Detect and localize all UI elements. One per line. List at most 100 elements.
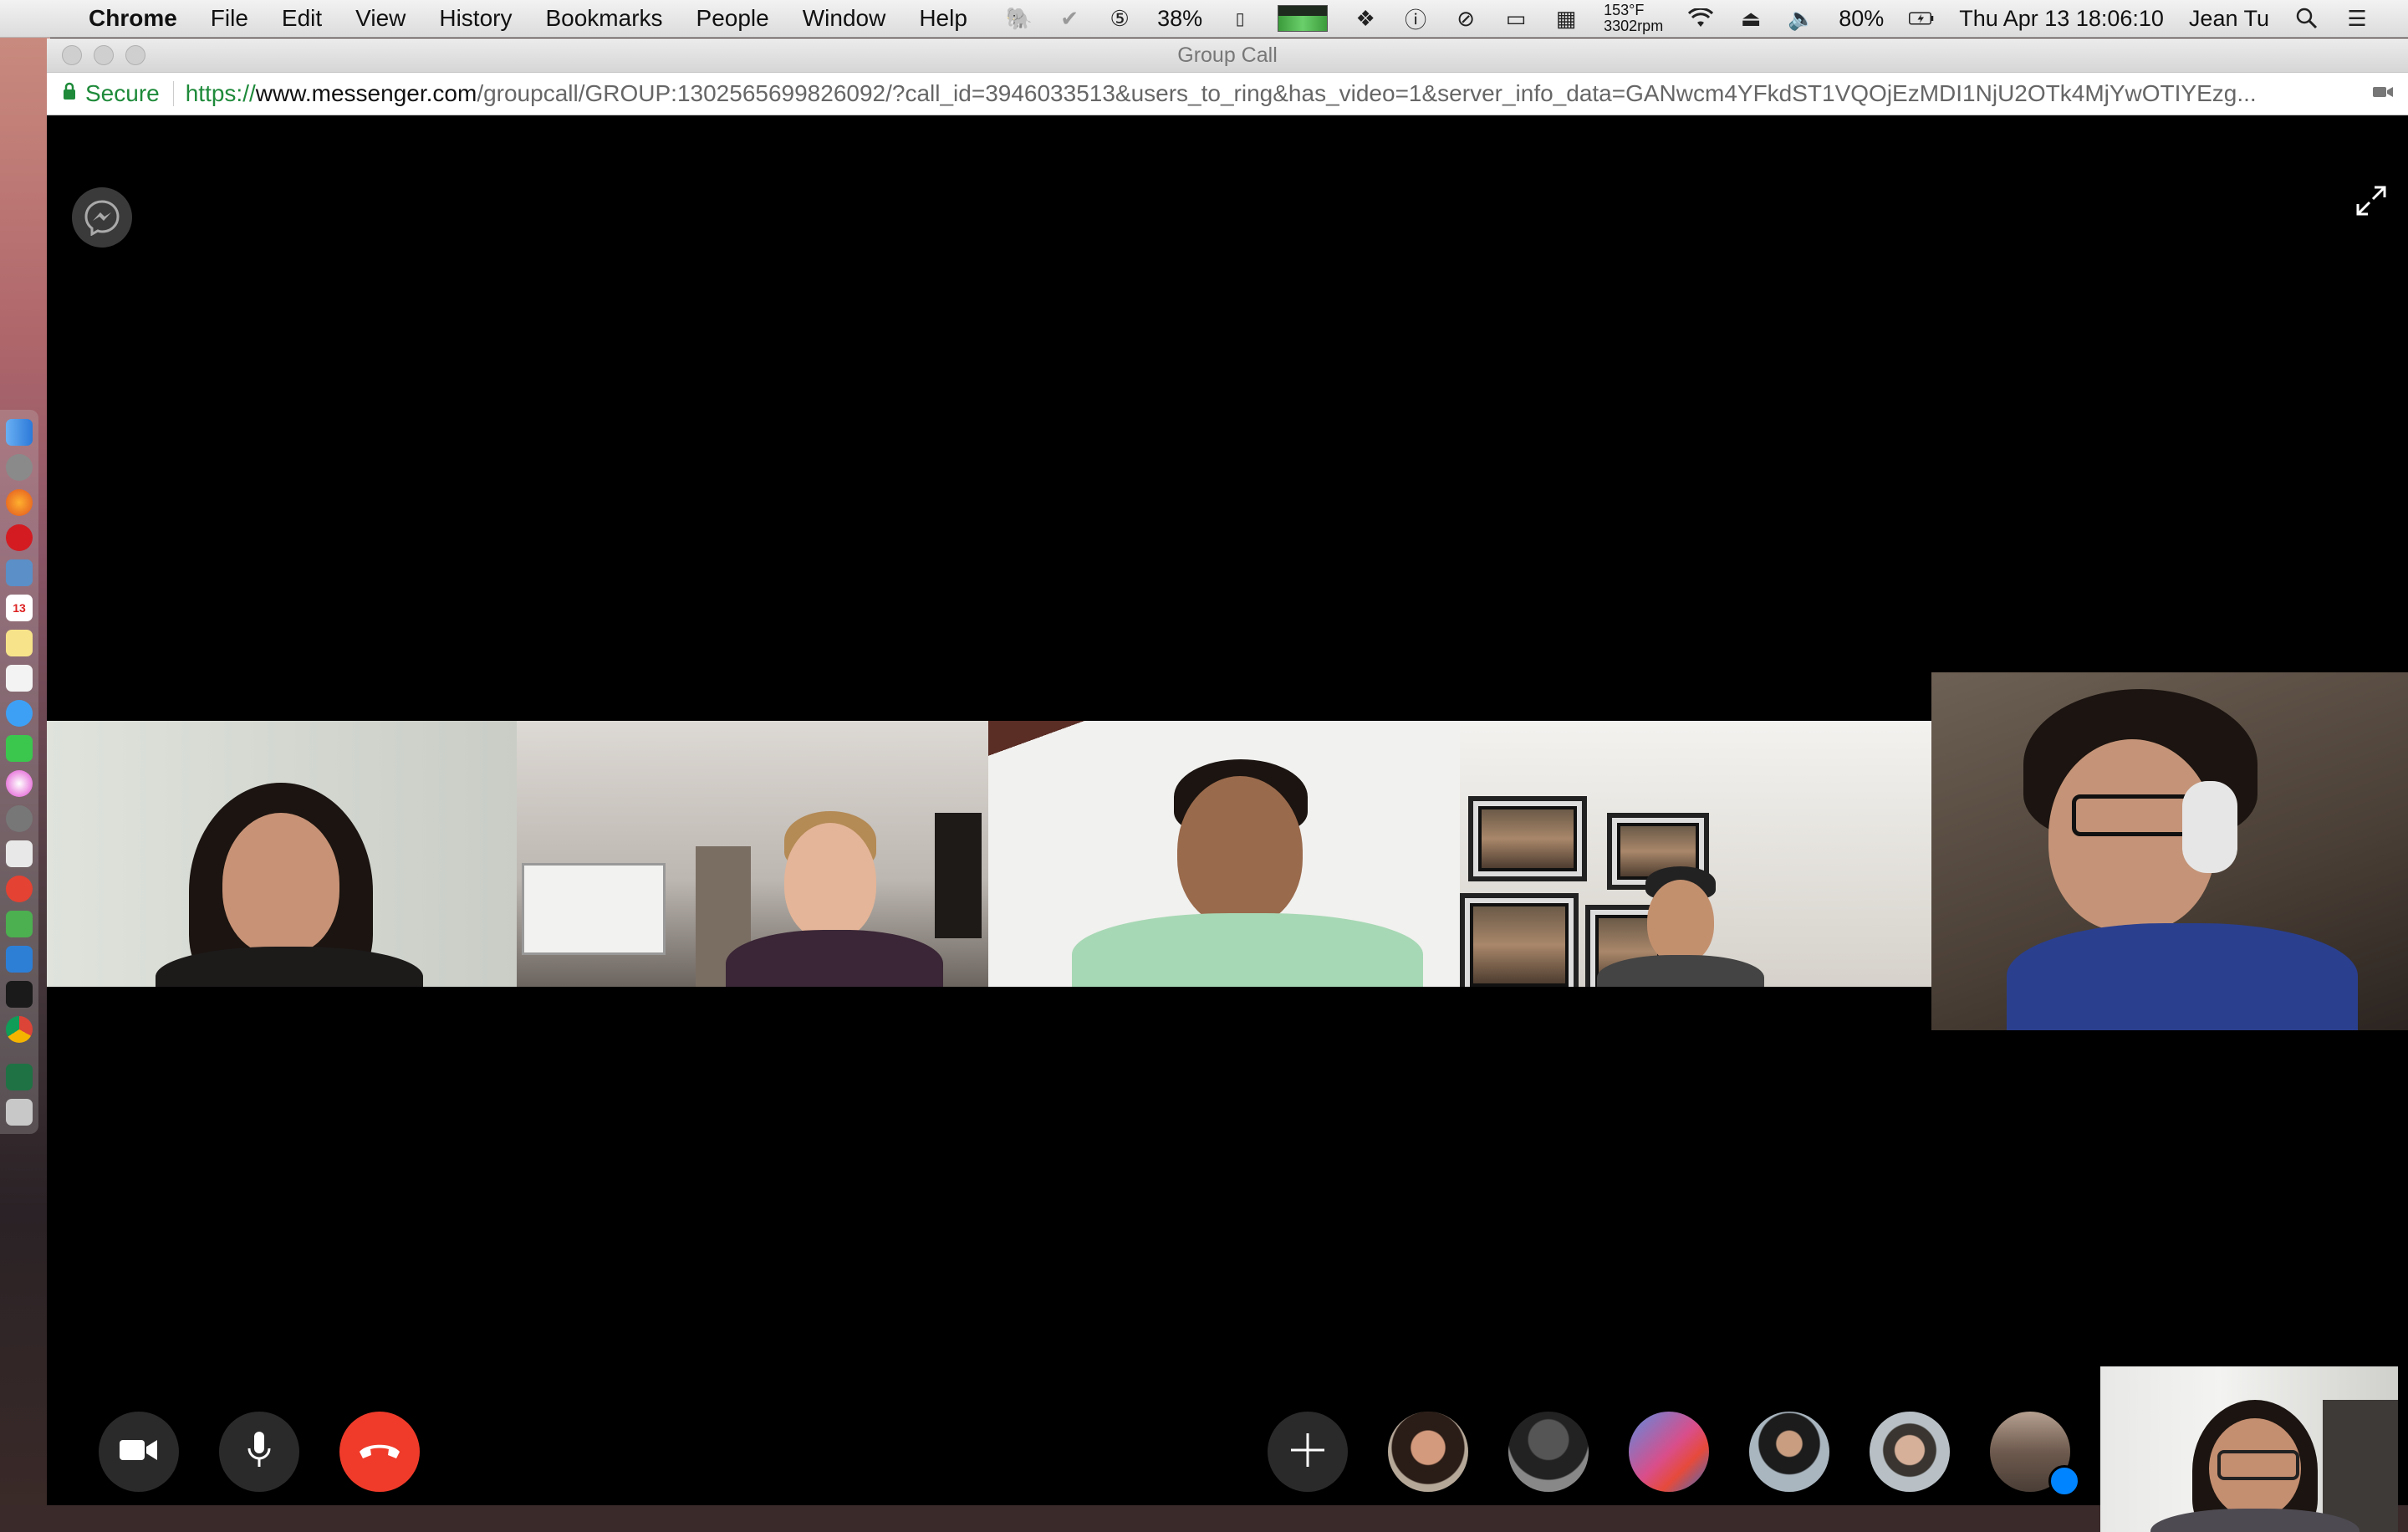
browser-window: Group Call Secure https://www.messenger.…: [47, 38, 2408, 1532]
participant-face: [1177, 776, 1303, 927]
participant-body: [1072, 913, 1423, 987]
participant-avatar-4[interactable]: [1749, 1412, 1829, 1492]
participant-avatar-3[interactable]: [1629, 1412, 1709, 1492]
cpu-graph[interactable]: [1278, 5, 1329, 32]
wifi-icon[interactable]: [1688, 6, 1714, 31]
toggle-mic-button[interactable]: [219, 1412, 299, 1492]
url-scheme: https://: [185, 80, 256, 106]
participant-avatar-2[interactable]: [1508, 1412, 1589, 1492]
launchpad-icon[interactable]: [6, 454, 33, 481]
display-icon[interactable]: ▭: [1503, 6, 1528, 31]
menu-file[interactable]: File: [211, 5, 248, 32]
sync-icon[interactable]: ⊘: [1453, 6, 1478, 31]
self-glasses: [2217, 1450, 2299, 1480]
messenger-badge-icon: [2048, 1465, 2080, 1497]
evernote-icon[interactable]: 🐘: [1006, 6, 1033, 31]
participant-body: [2007, 923, 2358, 1030]
wall-frame: [1468, 796, 1587, 881]
participant-video-3[interactable]: [988, 721, 1460, 987]
toggle-video-button[interactable]: [99, 1412, 179, 1492]
airplay-icon[interactable]: ⏏: [1738, 6, 1763, 31]
checkmark-icon[interactable]: ✔: [1057, 6, 1082, 31]
messenger-logo-icon: [72, 187, 132, 248]
notes-icon[interactable]: [6, 630, 33, 656]
menu-window[interactable]: Window: [803, 5, 886, 32]
window-title: Group Call: [1177, 43, 1278, 67]
volume-icon[interactable]: 🔈: [1788, 6, 1814, 31]
menu-app-chrome[interactable]: Chrome: [89, 5, 177, 32]
menu-bar: Chrome File Edit View History Bookmarks …: [0, 0, 2408, 38]
phone-hangup-icon: [357, 1438, 402, 1466]
battery-percent[interactable]: 80%: [1839, 6, 1884, 32]
menu-view[interactable]: View: [355, 5, 406, 32]
fan-speed-value: 3302rpm: [1604, 18, 1664, 34]
calendar-icon[interactable]: 13: [6, 595, 33, 621]
cpu-percent[interactable]: 38%: [1157, 6, 1202, 32]
firefox-icon[interactable]: [6, 489, 33, 516]
glasses: [2072, 794, 2197, 836]
list-icon[interactable]: ☰: [2344, 6, 2370, 31]
participant-avatar-5[interactable]: [1870, 1412, 1950, 1492]
participant-face: [1647, 880, 1714, 963]
dock: 13: [0, 410, 38, 1134]
itunes-icon[interactable]: [6, 770, 33, 797]
participant-video-5[interactable]: [1931, 672, 2408, 1030]
webstorm-icon[interactable]: [6, 946, 33, 973]
secure-label[interactable]: Secure: [85, 80, 160, 107]
finder-icon[interactable]: [6, 419, 33, 446]
info-icon[interactable]: ⓘ: [1403, 6, 1428, 33]
messages-icon[interactable]: [6, 700, 33, 727]
call-stage: [47, 115, 2408, 1532]
background-object: [2323, 1400, 2398, 1532]
url-separator: [172, 81, 174, 106]
video-camera-icon: [118, 1436, 160, 1468]
excel-icon[interactable]: [6, 1064, 33, 1090]
address-bar[interactable]: Secure https://www.messenger.com/groupca…: [47, 73, 2408, 115]
trash-icon[interactable]: [6, 1099, 33, 1126]
battery-icon[interactable]: [1909, 6, 1934, 31]
lock-icon[interactable]: [62, 82, 80, 105]
shield-5-icon[interactable]: ⑤: [1107, 6, 1132, 31]
temperature-value: 153°F: [1604, 2, 1645, 18]
user-name[interactable]: Jean Tu: [2189, 6, 2269, 32]
search-icon[interactable]: [2294, 6, 2319, 31]
menu-help[interactable]: Help: [919, 5, 967, 32]
participant-avatar-1[interactable]: [1388, 1412, 1468, 1492]
preview-icon[interactable]: [6, 559, 33, 586]
grid-icon[interactable]: ▦: [1553, 6, 1579, 31]
facetime-icon[interactable]: [6, 735, 33, 762]
menu-bookmarks[interactable]: Bookmarks: [545, 5, 662, 32]
expand-icon[interactable]: [2354, 184, 2388, 217]
participant-video-1[interactable]: [47, 721, 517, 987]
wall-frame: [935, 813, 982, 938]
participant-video-4[interactable]: [1460, 721, 1931, 987]
dropbox-icon[interactable]: ❖: [1353, 6, 1378, 31]
menu-people[interactable]: People: [696, 5, 769, 32]
textedit-icon[interactable]: [6, 665, 33, 692]
microphone-icon: [247, 1430, 272, 1474]
whiteboard: [522, 863, 666, 955]
status-area: 🐘 ✔ ⑤ 38% ▯ ❖ ⓘ ⊘ ▭ ▦ 153°F 3302rpm ⏏ 🔈 …: [1006, 3, 2370, 34]
url-text[interactable]: https://www.messenger.com/groupcall/GROU…: [186, 80, 2368, 107]
menu-history[interactable]: History: [439, 5, 512, 32]
self-view-video[interactable]: [2100, 1366, 2398, 1532]
evernote-dock-icon[interactable]: [6, 911, 33, 937]
menu-edit[interactable]: Edit: [282, 5, 322, 32]
headphones: [2182, 781, 2237, 873]
participant-video-2[interactable]: [517, 721, 988, 987]
slack-icon[interactable]: [6, 840, 33, 867]
clock[interactable]: Thu Apr 13 18:06:10: [1959, 6, 2164, 32]
end-call-button[interactable]: [339, 1412, 420, 1492]
battery-small-icon: ▯: [1235, 9, 1245, 28]
chrome-icon[interactable]: [6, 1016, 33, 1043]
system-preferences-icon[interactable]: [6, 805, 33, 832]
camera-blocked-icon[interactable]: [2368, 83, 2398, 105]
add-participant-button[interactable]: [1268, 1412, 1348, 1492]
title-bar: Group Call: [47, 38, 2408, 73]
temperature-readout[interactable]: 153°F 3302rpm: [1604, 3, 1663, 34]
participant-body: [1597, 955, 1764, 987]
todoist-icon[interactable]: [6, 876, 33, 902]
opera-icon[interactable]: [6, 524, 33, 551]
wall-frame: [1460, 893, 1579, 987]
terminal-icon[interactable]: [6, 981, 33, 1008]
